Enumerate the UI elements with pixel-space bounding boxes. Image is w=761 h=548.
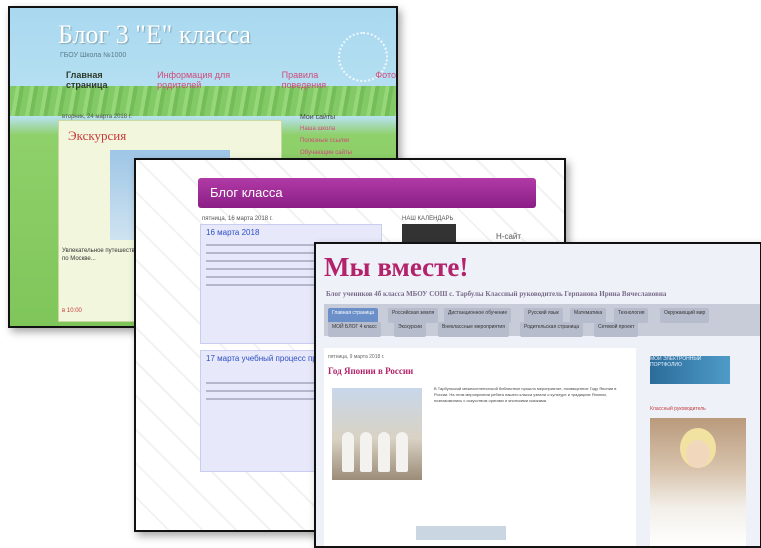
post-date: вторник, 24 марта 2018 г. [62, 114, 132, 120]
post-title[interactable]: Экскурсия [68, 128, 126, 144]
post-title-1[interactable]: 16 марта 2018 [206, 228, 259, 237]
teacher-photo [650, 418, 746, 546]
tab[interactable]: Родительская страница [520, 322, 584, 337]
tab[interactable]: Внеклассные мероприятия [438, 322, 509, 337]
portfolio-banner[interactable]: МОЙ ЭЛЕКТРОННЫЙ ПОРТФОЛИО [650, 356, 730, 384]
tab[interactable]: Окружающий мир [660, 308, 710, 323]
blog-screenshot-3: Мы вместе! Блог учеников 4б класса МБОУ … [314, 242, 761, 548]
sidebar-label: Классный руководитель [650, 406, 706, 412]
sidebar-title: Мои сайты [300, 114, 336, 121]
sidebar-title: НАШ КАЛЕНДАРЬ [402, 216, 454, 222]
tab-home[interactable]: Главная страница [328, 308, 378, 323]
tab-bar: Главная страница Российская земля Дистан… [324, 304, 760, 337]
child-figure [396, 432, 408, 472]
post-text: Увлекательное путешествие по Москве... [62, 248, 142, 262]
blog-title: Мы вместе! [324, 252, 469, 282]
blog-title: Блог 3 "Е" класса [58, 20, 251, 49]
tab[interactable]: Математика [570, 308, 607, 323]
blog-subtitle: ГБОУ Школа №1000 [60, 52, 127, 59]
tab[interactable]: Российская земля [388, 308, 439, 323]
nav-bar: Главная страница Информация для родителе… [66, 70, 396, 90]
blog-subtitle: Блог учеников 4б класса МБОУ СОШ с. Тарб… [326, 290, 667, 298]
tab[interactable]: Сетевой проект [594, 322, 639, 337]
blog-header: Блог класса [198, 178, 536, 208]
nav-item-photo[interactable]: Фото [375, 70, 396, 90]
tab[interactable]: Экскурсии [394, 322, 426, 337]
tab[interactable]: Дистанционное обучение [444, 308, 512, 323]
tab[interactable]: Русский язык [524, 308, 563, 323]
child-figure [360, 432, 372, 472]
post-date: пятница, 16 марта 2018 г. [202, 216, 273, 222]
sidebar-link[interactable]: Полезные ссылки [300, 138, 349, 144]
nav-item-parents[interactable]: Информация для родителей [157, 70, 260, 90]
child-figure [378, 432, 390, 472]
post-text: В Тарбульской межпоселенческой библиотек… [434, 386, 617, 403]
nav-item-rules[interactable]: Правила поведения [282, 70, 354, 90]
post-title[interactable]: Год Японии в России [328, 366, 413, 376]
tab[interactable]: Технология [614, 308, 649, 323]
sidebar-link[interactable]: Обучающие сайты [300, 150, 352, 156]
nav-item-home[interactable]: Главная страница [66, 70, 135, 90]
children-photo [332, 388, 422, 480]
blog-header-title: Блог класса [210, 185, 283, 200]
sidebar-link[interactable]: Наша школа [300, 126, 335, 132]
child-figure [342, 432, 354, 472]
post-time-link[interactable]: в 10:00 [62, 308, 82, 314]
stamp-logo: Н-сайт [496, 232, 522, 241]
post-image-bottom [416, 526, 506, 540]
grass-decoration [10, 86, 396, 116]
tab[interactable]: МОЙ БЛОГ 4 класс [328, 322, 381, 337]
post-date: пятница, 9 марта 2018 г. [328, 354, 385, 360]
